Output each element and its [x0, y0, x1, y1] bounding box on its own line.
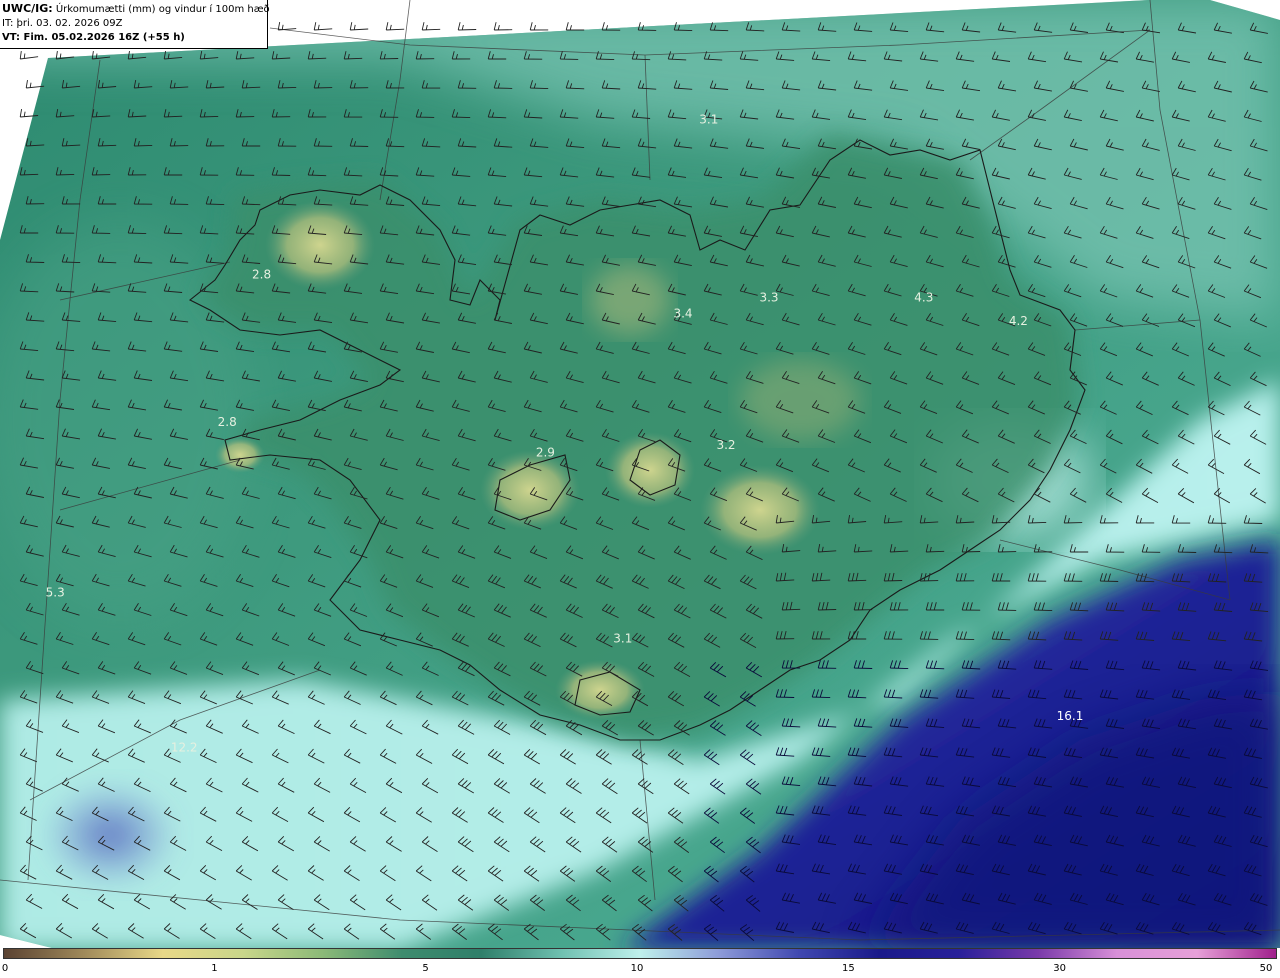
weather-map: 3.53.03.12.83.33.44.34.24.52.82.93.25.33… — [0, 0, 1280, 978]
colorbar-tick-label: 50 — [1259, 963, 1273, 974]
colorbar-tick-label: 0 — [1, 963, 9, 974]
value-label: 5.3 — [46, 585, 65, 599]
title-code: UWC/IG: — [2, 2, 53, 15]
colorbar-tick-label: 10 — [630, 963, 644, 974]
value-label: 12.2 — [171, 740, 198, 754]
value-label: 2.9 — [536, 446, 555, 460]
value-label: 4.2 — [1009, 314, 1028, 328]
title-text: Úrkomumætti (mm) og vindur í 100m hæð — [52, 4, 270, 15]
map-info-box: UWC/IG: Úrkomumætti (mm) og vindur í 100… — [0, 0, 270, 49]
title-row: UWC/IG: Úrkomumætti (mm) og vindur í 100… — [2, 2, 270, 17]
value-label: 4.3 — [914, 291, 933, 305]
value-label: 3.1 — [613, 632, 632, 646]
colorbar: 0 1 5 10 15 30 50 — [0, 948, 1280, 978]
value-label: 3.3 — [759, 291, 778, 305]
map-canvas: 3.53.03.12.83.33.44.34.24.52.82.93.25.33… — [0, 0, 1280, 950]
colorbar-tick-label: 30 — [1053, 963, 1066, 974]
colorbar-strip — [3, 948, 1277, 959]
value-label: 3.2 — [716, 438, 735, 452]
init-time: IT: þri. 03. 02. 2026 09Z — [2, 18, 123, 29]
valid-time: VT: Fim. 05.02.2026 16Z (+55 h) — [2, 32, 185, 43]
colorbar-tick-label: 5 — [422, 963, 429, 974]
value-label: 3.4 — [673, 306, 692, 320]
value-label: 16.1 — [1057, 709, 1084, 723]
value-label: 3.1 — [699, 113, 718, 127]
colorbar-tick-label: 1 — [211, 963, 218, 974]
value-label: 2.8 — [218, 415, 237, 429]
value-label: 2.8 — [252, 268, 271, 282]
colorbar-tick-label: 15 — [842, 963, 855, 974]
